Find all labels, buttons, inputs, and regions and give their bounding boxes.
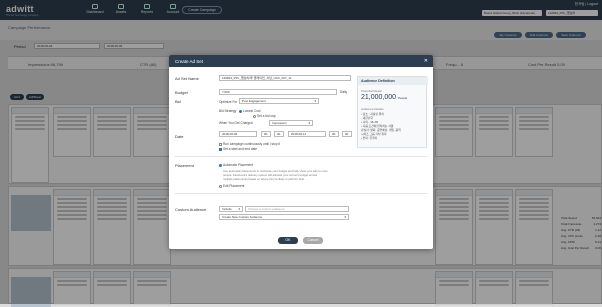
budget-unit: Daily xyxy=(340,90,348,94)
start-hour-input[interactable]: 00 xyxy=(261,131,271,137)
potential-reach-label: Potential Reach xyxy=(361,89,383,93)
divider xyxy=(175,193,427,194)
auto-placement-desc-3: multiple placements based on where they'… xyxy=(223,177,305,181)
checkbox-checked-icon xyxy=(219,147,222,151)
create-custom-audience-select[interactable]: Create New Custom Audience ▾ xyxy=(219,214,349,220)
date-label: Date xyxy=(175,134,184,139)
potential-reach-value: 21,000,000 People xyxy=(361,94,408,101)
end-hour-input[interactable]: 00 xyxy=(329,131,339,137)
budget-label: Budget xyxy=(175,90,188,95)
create-ad-set-modal: Create Ad Set ✕ Ad Set Name 120823_PPL_앱… xyxy=(169,55,433,249)
optimize-for-label: Optimize For xyxy=(219,100,238,104)
include-select[interactable]: Include ▾ xyxy=(219,206,243,212)
modal-header: Create Ad Set ✕ xyxy=(169,55,433,67)
ok-button[interactable]: OK xyxy=(278,237,298,244)
budget-input[interactable]: 7,000 xyxy=(219,89,337,95)
chevron-down-icon: ▾ xyxy=(238,207,240,211)
close-icon[interactable]: ✕ xyxy=(424,58,428,64)
chevron-down-icon: ▾ xyxy=(344,215,346,219)
set-start-end-option[interactable]: Set a start and end date xyxy=(219,147,257,151)
bid-label: Bid xyxy=(175,99,181,104)
end-minute-input[interactable]: 00 xyxy=(342,131,352,137)
when-charged-select[interactable]: Impression ▾ xyxy=(269,120,313,126)
radio-icon xyxy=(219,184,222,188)
radio-icon xyxy=(239,109,242,113)
lowest-cost-option[interactable]: Lowest Cost xyxy=(239,109,261,113)
cancel-button[interactable]: Cancel xyxy=(303,237,323,244)
audience-definition-panel: Audience Definition Potential Reach 21,0… xyxy=(357,76,428,148)
audience-details-label: Audience Details xyxy=(361,107,384,111)
adset-name-label: Ad Set Name xyxy=(175,76,199,81)
when-charged-label: When You Get Charged xyxy=(219,121,253,125)
audience-definition-title: Audience Definition xyxy=(358,77,428,85)
custom-audience-input[interactable]: Choose a custom audience xyxy=(245,206,349,212)
adset-name-input[interactable]: 120823_PPL_앱설치/투 클레이언_서남_UAC_007_11 xyxy=(219,75,351,81)
bid-cap-option[interactable]: Set a bid cap xyxy=(253,114,276,118)
start-date-input[interactable]: 2018-06-06 xyxy=(219,131,257,137)
modal-title: Create Ad Set xyxy=(175,59,204,64)
automatic-placement-option[interactable]: Automatic Placement xyxy=(219,163,253,167)
bid-strategy-label: Bid Strategy xyxy=(219,109,237,113)
radio-icon xyxy=(219,163,222,167)
edit-placement-option[interactable]: Edit Placement xyxy=(219,184,244,188)
checkbox-icon xyxy=(219,142,222,146)
start-minute-input[interactable]: 00 xyxy=(274,131,284,137)
divider xyxy=(175,156,427,157)
chevron-down-icon: ▾ xyxy=(308,121,310,125)
run-continuously-option[interactable]: Run campaign continuously until I stop i… xyxy=(219,142,280,146)
placement-label: Placement xyxy=(175,163,194,168)
optimize-for-select[interactable]: Post Engagement ▾ xyxy=(239,98,319,104)
radio-icon xyxy=(253,114,256,118)
chevron-down-icon: ▾ xyxy=(314,99,316,103)
audience-detail-line: • 언어: 한국어 xyxy=(361,136,378,140)
end-date-input[interactable]: 2018-06-11 xyxy=(288,131,326,137)
custom-audience-label: Custom Audience xyxy=(175,207,207,212)
